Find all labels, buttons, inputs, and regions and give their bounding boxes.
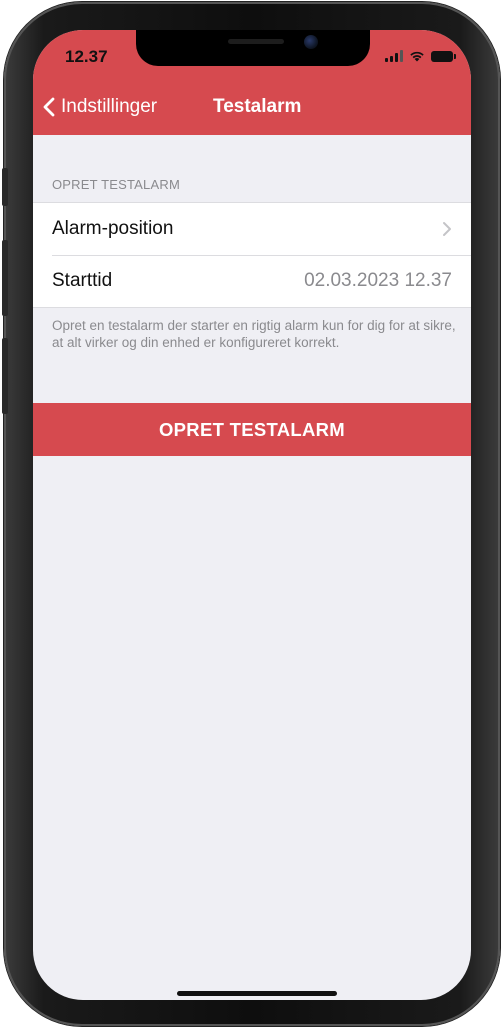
start-time-value: 02.03.2023 12.37: [304, 270, 452, 291]
cellular-signal-icon: [385, 50, 403, 62]
chevron-right-icon: [443, 222, 451, 236]
alarm-position-row[interactable]: Alarm-position: [33, 203, 471, 255]
section-footnote: Opret en testalarm der starter en rigtig…: [52, 318, 456, 350]
mute-switch: [2, 168, 8, 206]
status-time: 12.37: [65, 47, 108, 66]
settings-list: Alarm-position Starttid 02.03.2023 12.37: [33, 202, 471, 308]
speaker-grille: [228, 39, 284, 44]
wifi-icon: [410, 51, 424, 62]
battery-icon: [431, 51, 456, 62]
home-indicator[interactable]: [177, 991, 337, 996]
create-test-alarm-button[interactable]: OPRET TESTALARM: [33, 403, 471, 456]
volume-up-button: [2, 240, 8, 316]
chevron-left-icon: [43, 97, 55, 117]
notch: [136, 30, 370, 66]
back-button-label: Indstillinger: [61, 96, 158, 117]
status-icons: [385, 48, 456, 62]
page-title: Testalarm: [213, 96, 302, 117]
alarm-position-label: Alarm-position: [52, 218, 174, 239]
start-time-label: Starttid: [52, 270, 113, 291]
front-camera-icon: [304, 35, 318, 49]
section-header: OPRET TESTALARM: [52, 177, 180, 192]
navigation-header: 12.37 Indstillinger Testalarm: [33, 30, 471, 135]
start-time-row[interactable]: Starttid 02.03.2023 12.37: [33, 255, 471, 307]
back-button[interactable]: Indstillinger: [43, 96, 157, 118]
screen: 12.37 Indstillinger Testalarm OPRET TEST…: [33, 30, 471, 1000]
volume-down-button: [2, 338, 8, 414]
